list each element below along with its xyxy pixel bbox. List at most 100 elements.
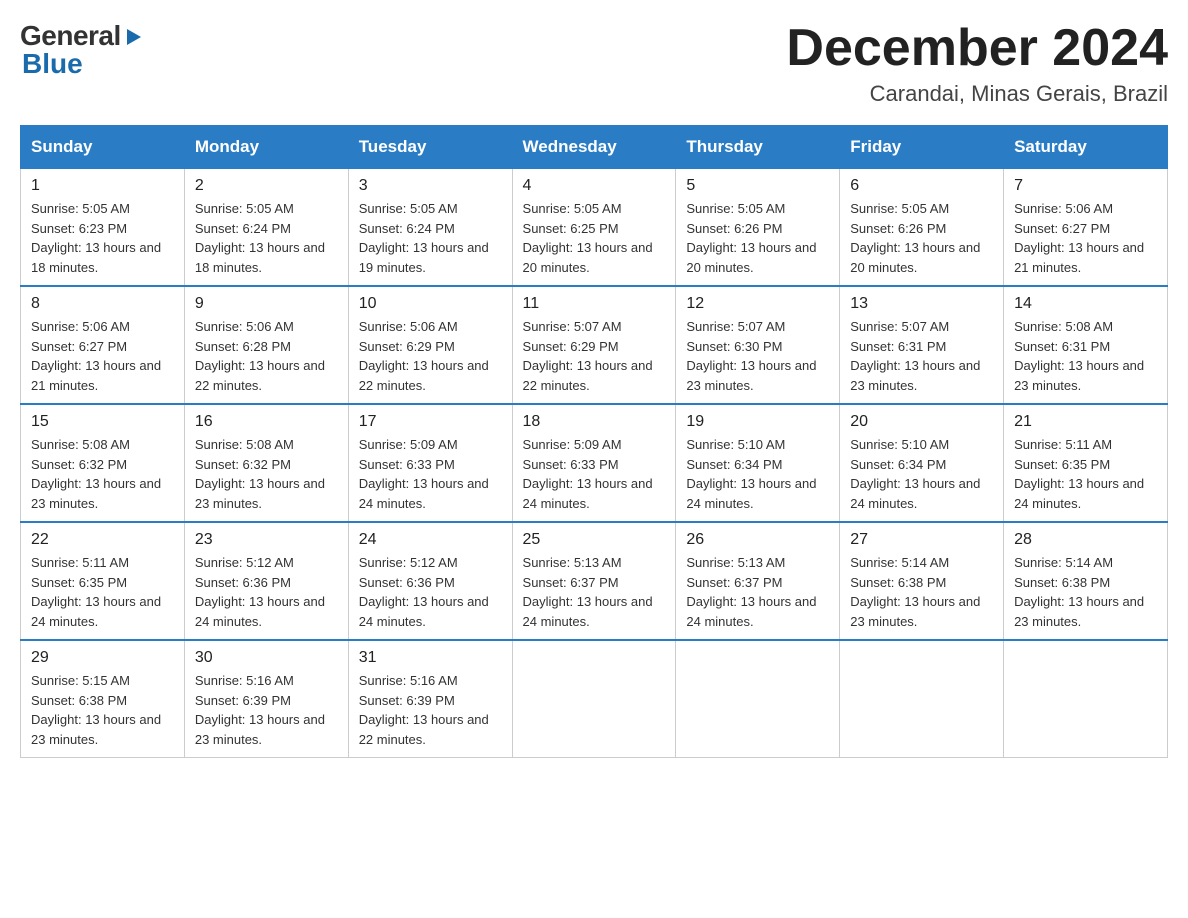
day-info: Sunrise: 5:08 AMSunset: 6:31 PMDaylight:… [1014, 317, 1157, 395]
day-number: 16 [195, 413, 338, 431]
day-info: Sunrise: 5:11 AMSunset: 6:35 PMDaylight:… [31, 553, 174, 631]
location-text: Carandai, Minas Gerais, Brazil [786, 81, 1168, 107]
calendar-cell: 24 Sunrise: 5:12 AMSunset: 6:36 PMDayligh… [348, 522, 512, 640]
calendar-cell: 1 Sunrise: 5:05 AMSunset: 6:23 PMDaylight… [21, 168, 185, 286]
calendar-cell: 19 Sunrise: 5:10 AMSunset: 6:34 PMDayligh… [676, 404, 840, 522]
day-number: 20 [850, 413, 993, 431]
calendar-header-wednesday: Wednesday [512, 126, 676, 168]
day-info: Sunrise: 5:05 AMSunset: 6:26 PMDaylight:… [686, 199, 829, 277]
calendar-cell: 7Sunrise: 5:06 AMSunset: 6:27 PMDaylight… [1004, 168, 1168, 286]
day-number: 9 [195, 295, 338, 313]
day-number: 1 [31, 177, 174, 195]
calendar-cell: 15 Sunrise: 5:08 AMSunset: 6:32 PMDayligh… [21, 404, 185, 522]
day-number: 14 [1014, 295, 1157, 313]
day-info: Sunrise: 5:07 AMSunset: 6:31 PMDaylight:… [850, 317, 993, 395]
day-info: Sunrise: 5:08 AMSunset: 6:32 PMDaylight:… [195, 435, 338, 513]
day-number: 31 [359, 649, 502, 667]
day-number: 24 [359, 531, 502, 549]
day-info: Sunrise: 5:10 AMSunset: 6:34 PMDaylight:… [686, 435, 829, 513]
calendar-cell: 30Sunrise: 5:16 AMSunset: 6:39 PMDayligh… [184, 640, 348, 758]
calendar-week-row: 15 Sunrise: 5:08 AMSunset: 6:32 PMDayligh… [21, 404, 1168, 522]
calendar-cell: 9 Sunrise: 5:06 AMSunset: 6:28 PMDaylight… [184, 286, 348, 404]
day-info: Sunrise: 5:05 AMSunset: 6:24 PMDaylight:… [359, 199, 502, 277]
calendar-cell: 20Sunrise: 5:10 AMSunset: 6:34 PMDayligh… [840, 404, 1004, 522]
day-number: 30 [195, 649, 338, 667]
day-number: 23 [195, 531, 338, 549]
day-info: Sunrise: 5:06 AMSunset: 6:27 PMDaylight:… [31, 317, 174, 395]
calendar-cell [512, 640, 676, 758]
day-info: Sunrise: 5:08 AMSunset: 6:32 PMDaylight:… [31, 435, 174, 513]
calendar-cell: 6Sunrise: 5:05 AMSunset: 6:26 PMDaylight… [840, 168, 1004, 286]
day-info: Sunrise: 5:09 AMSunset: 6:33 PMDaylight:… [359, 435, 502, 513]
logo-arrow-icon [123, 26, 145, 48]
day-number: 2 [195, 177, 338, 195]
calendar-cell [676, 640, 840, 758]
day-number: 29 [31, 649, 174, 667]
day-number: 26 [686, 531, 829, 549]
day-info: Sunrise: 5:05 AMSunset: 6:23 PMDaylight:… [31, 199, 174, 277]
day-number: 13 [850, 295, 993, 313]
day-number: 21 [1014, 413, 1157, 431]
calendar-header-monday: Monday [184, 126, 348, 168]
day-info: Sunrise: 5:12 AMSunset: 6:36 PMDaylight:… [359, 553, 502, 631]
calendar-cell: 8 Sunrise: 5:06 AMSunset: 6:27 PMDaylight… [21, 286, 185, 404]
title-block: December 2024 Carandai, Minas Gerais, Br… [786, 20, 1168, 107]
day-number: 28 [1014, 531, 1157, 549]
day-info: Sunrise: 5:05 AMSunset: 6:25 PMDaylight:… [523, 199, 666, 277]
day-number: 17 [359, 413, 502, 431]
page-header: General Blue December 2024 Carandai, Min… [20, 20, 1168, 107]
day-info: Sunrise: 5:16 AMSunset: 6:39 PMDaylight:… [359, 671, 502, 749]
calendar-cell: 26 Sunrise: 5:13 AMSunset: 6:37 PMDayligh… [676, 522, 840, 640]
calendar-cell: 23 Sunrise: 5:12 AMSunset: 6:36 PMDayligh… [184, 522, 348, 640]
day-info: Sunrise: 5:14 AMSunset: 6:38 PMDaylight:… [850, 553, 993, 631]
calendar-cell: 27 Sunrise: 5:14 AMSunset: 6:38 PMDayligh… [840, 522, 1004, 640]
day-info: Sunrise: 5:11 AMSunset: 6:35 PMDaylight:… [1014, 435, 1157, 513]
calendar-header-tuesday: Tuesday [348, 126, 512, 168]
calendar-header-sunday: Sunday [21, 126, 185, 168]
day-number: 4 [523, 177, 666, 195]
calendar-cell: 3Sunrise: 5:05 AMSunset: 6:24 PMDaylight… [348, 168, 512, 286]
calendar-cell: 12 Sunrise: 5:07 AMSunset: 6:30 PMDayligh… [676, 286, 840, 404]
day-info: Sunrise: 5:09 AMSunset: 6:33 PMDaylight:… [523, 435, 666, 513]
calendar-cell [840, 640, 1004, 758]
day-number: 5 [686, 177, 829, 195]
day-number: 11 [523, 295, 666, 313]
day-number: 27 [850, 531, 993, 549]
day-number: 19 [686, 413, 829, 431]
calendar-cell: 16 Sunrise: 5:08 AMSunset: 6:32 PMDayligh… [184, 404, 348, 522]
calendar-week-row: 8 Sunrise: 5:06 AMSunset: 6:27 PMDaylight… [21, 286, 1168, 404]
day-info: Sunrise: 5:07 AMSunset: 6:29 PMDaylight:… [523, 317, 666, 395]
calendar-cell: 21 Sunrise: 5:11 AMSunset: 6:35 PMDayligh… [1004, 404, 1168, 522]
day-number: 15 [31, 413, 174, 431]
day-number: 18 [523, 413, 666, 431]
calendar-cell: 11 Sunrise: 5:07 AMSunset: 6:29 PMDayligh… [512, 286, 676, 404]
day-number: 12 [686, 295, 829, 313]
calendar-cell [1004, 640, 1168, 758]
calendar-cell: 18 Sunrise: 5:09 AMSunset: 6:33 PMDayligh… [512, 404, 676, 522]
logo: General Blue [20, 20, 145, 80]
month-title: December 2024 [786, 20, 1168, 77]
calendar-cell: 17 Sunrise: 5:09 AMSunset: 6:33 PMDayligh… [348, 404, 512, 522]
calendar-cell: 25 Sunrise: 5:13 AMSunset: 6:37 PMDayligh… [512, 522, 676, 640]
day-info: Sunrise: 5:12 AMSunset: 6:36 PMDaylight:… [195, 553, 338, 631]
calendar-table: SundayMondayTuesdayWednesdayThursdayFrid… [20, 125, 1168, 758]
day-info: Sunrise: 5:15 AMSunset: 6:38 PMDaylight:… [31, 671, 174, 749]
calendar-cell: 2Sunrise: 5:05 AMSunset: 6:24 PMDaylight… [184, 168, 348, 286]
day-info: Sunrise: 5:07 AMSunset: 6:30 PMDaylight:… [686, 317, 829, 395]
calendar-week-row: 1 Sunrise: 5:05 AMSunset: 6:23 PMDaylight… [21, 168, 1168, 286]
day-info: Sunrise: 5:13 AMSunset: 6:37 PMDaylight:… [686, 553, 829, 631]
day-number: 10 [359, 295, 502, 313]
day-number: 6 [850, 177, 993, 195]
day-number: 7 [1014, 177, 1157, 195]
day-number: 25 [523, 531, 666, 549]
calendar-week-row: 22Sunrise: 5:11 AMSunset: 6:35 PMDayligh… [21, 522, 1168, 640]
day-info: Sunrise: 5:06 AMSunset: 6:28 PMDaylight:… [195, 317, 338, 395]
calendar-cell: 13 Sunrise: 5:07 AMSunset: 6:31 PMDayligh… [840, 286, 1004, 404]
day-info: Sunrise: 5:14 AMSunset: 6:38 PMDaylight:… [1014, 553, 1157, 631]
calendar-header-saturday: Saturday [1004, 126, 1168, 168]
calendar-header-friday: Friday [840, 126, 1004, 168]
calendar-week-row: 29 Sunrise: 5:15 AMSunset: 6:38 PMDayligh… [21, 640, 1168, 758]
calendar-cell: 4 Sunrise: 5:05 AMSunset: 6:25 PMDaylight… [512, 168, 676, 286]
day-number: 8 [31, 295, 174, 313]
day-info: Sunrise: 5:13 AMSunset: 6:37 PMDaylight:… [523, 553, 666, 631]
